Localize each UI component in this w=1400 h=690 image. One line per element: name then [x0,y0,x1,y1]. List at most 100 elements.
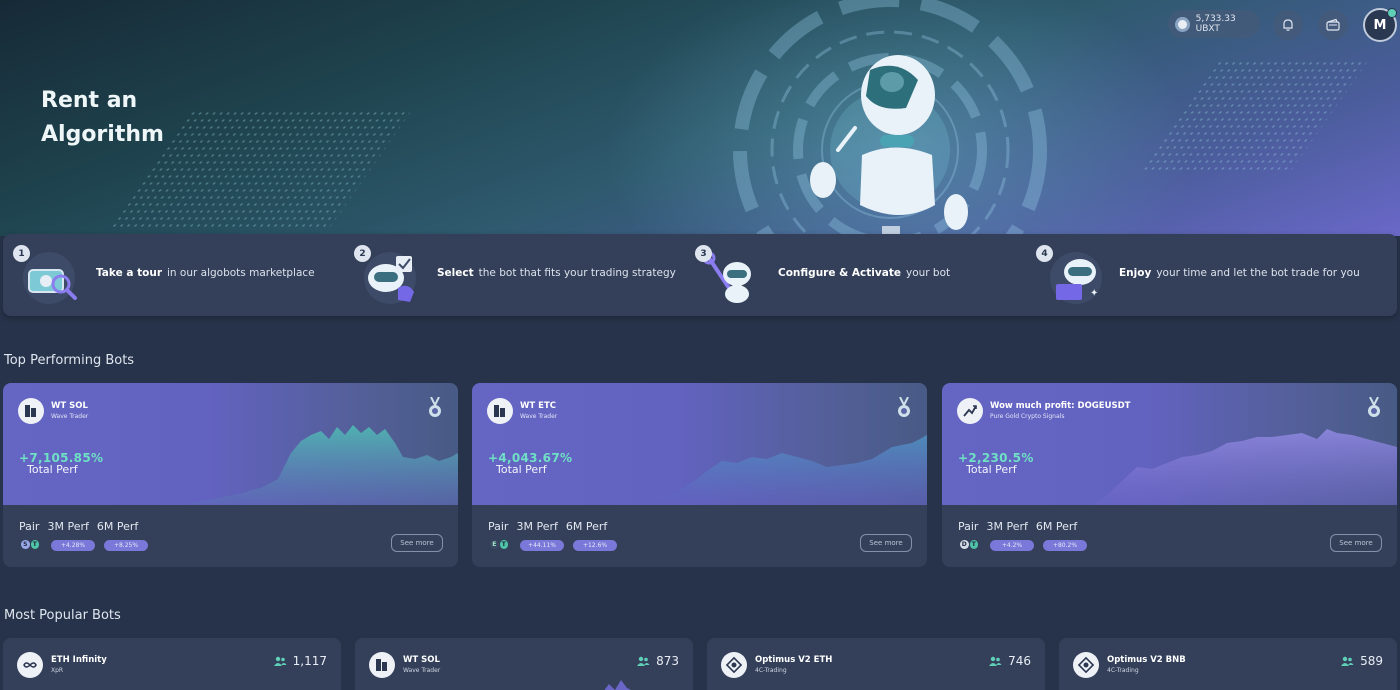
popular-bot-card[interactable]: Optimus V2 ETH 4C-Trading 746 [707,638,1045,690]
subscriber-count-value: 589 [1360,654,1383,668]
subscriber-count: 746 [988,654,1031,668]
robot-illustration [733,0,1047,236]
wave-trader-logo-icon [376,659,387,671]
m6-perf-value: +12.6% [573,540,617,551]
balance-pill[interactable]: 5,733.33 UBXT [1168,10,1260,38]
see-more-button[interactable]: See more [860,534,912,552]
m3-perf-value: +4.28% [51,540,95,551]
performance-sparkline [604,680,631,690]
bot-provider: Wave Trader [520,413,558,420]
users-icon [1341,656,1354,666]
users-icon [989,656,1002,666]
bot-provider: XpR [51,667,64,674]
medal-icon [898,397,910,417]
medal-icon [1368,397,1380,417]
bot-provider: Pure Gold Crypto Signals [990,413,1065,420]
verified-badge [1387,8,1397,18]
bot-stats-labels: Pair 3M Perf 6M Perf [958,520,1077,533]
user-avatar[interactable]: M [1363,8,1397,42]
step-4: 4 ✦ Enjoy your time and let the bot trade… [1026,234,1396,316]
step-text: Take a tour in our algobots marketplace [96,267,315,279]
bot-provider: Wave Trader [403,667,441,674]
section-title-top-performing: Top Performing Bots [4,353,135,368]
subscriber-count: 1,117 [273,654,327,668]
step-text: Enjoy your time and let the bot trade for… [1119,267,1360,279]
popular-bot-card[interactable]: Optimus V2 BNB 4C-Trading 589 [1059,638,1397,690]
step-text: Configure & Activate your bot [778,267,950,279]
m6-perf-label: 6M Perf [96,520,139,533]
section-title-most-popular: Most Popular Bots [4,608,121,623]
users-icon [273,656,287,666]
subscriber-count-value: 873 [656,654,679,668]
subscriber-count: 873 [636,654,679,668]
bot-card-header: Wow much profit: DOGEUSDT Pure Gold Cryp… [942,383,1397,505]
step-rest: your bot [905,267,951,279]
bot-logo [721,652,747,678]
step-number: 4 [1036,245,1053,262]
bot-provider: 4C-Trading [755,667,787,674]
step-rest: the bot that fits your trading strategy [478,267,676,279]
subscriber-count-value: 746 [1008,654,1031,668]
m3-perf-value: +4.2% [990,540,1034,551]
m6-perf-value: +8.25% [104,540,148,551]
step-number: 3 [695,245,712,262]
bot-stats-labels: Pair 3M Perf 6M Perf [19,520,138,533]
bot-provider: 4C-Trading [1107,667,1139,674]
step-bold: Configure & Activate [778,267,901,279]
total-perf-label: Total Perf [27,463,78,476]
optimus-logo-icon [725,656,743,674]
m6-perf-label: 6M Perf [1035,520,1078,533]
step-bold: Select [437,267,474,279]
bot-logo [487,398,513,424]
bot-name: WT SOL [403,655,440,665]
pair-icon: ET [490,540,508,550]
notifications-button[interactable] [1273,10,1303,40]
popular-bot-card[interactable]: ETH Infinity XpR 1,117 [3,638,341,690]
bot-logo [18,398,44,424]
coin-icon [1175,16,1190,32]
see-more-button[interactable]: See more [1330,534,1382,552]
hero-dot-pattern [1141,60,1369,170]
bot-logo [1073,652,1099,678]
bot-card-header: WT SOL Wave Trader +7,105.85% Total Perf [3,383,458,505]
step-1: 1 Take a tour in our algobots marketplace [3,234,343,316]
subscriber-count-value: 1,117 [292,654,327,668]
step-text: Select the bot that fits your trading str… [437,267,676,279]
total-perf-label: Total Perf [966,463,1017,476]
wave-trader-logo-icon [25,405,36,417]
pair-icon: ST [21,540,39,550]
popular-bot-card[interactable]: WT SOL Wave Trader 873 [355,638,693,690]
m6-perf-value: +80.2% [1043,540,1087,551]
wallet-icon [1326,18,1340,31]
users-icon [637,656,650,666]
bot-name: Optimus V2 ETH [755,655,833,665]
balance-amount: 5,733.33 UBXT [1195,14,1236,34]
bot-logo [17,652,43,678]
m6-perf-label: 6M Perf [565,520,608,533]
top-bot-card[interactable]: WT SOL Wave Trader +7,105.85% Total Perf… [3,383,458,567]
pair-icon: DT [960,540,978,550]
bot-logo [369,652,395,678]
how-it-works-steps: 1 Take a tour in our algobots marketplace… [3,234,1397,316]
m3-perf-label: 3M Perf [516,520,558,533]
bot-name: Wow much profit: DOGEUSDT [990,401,1131,411]
wave-trader-logo-icon [494,405,505,417]
gold-signal-logo-icon [963,405,977,417]
bot-name: Optimus V2 BNB [1107,655,1186,665]
see-more-button[interactable]: See more [391,534,443,552]
bell-icon [1283,19,1293,31]
top-bot-card[interactable]: Wow much profit: DOGEUSDT Pure Gold Cryp… [942,383,1397,567]
step-3: 3 Configure & Activate your bot [685,234,1025,316]
m3-perf-value: +44.11% [520,540,564,551]
bot-name: WT ETC [520,401,556,411]
top-bot-card[interactable]: WT ETC Wave Trader +4,043.67% Total Perf… [472,383,927,567]
bot-name: WT SOL [51,401,88,411]
svg-text:✦: ✦ [1090,288,1098,299]
page-title: Rent an Algorithm [41,88,164,147]
wallet-button[interactable] [1318,10,1348,40]
step-bold: Take a tour [96,267,162,279]
bot-stats-labels: Pair 3M Perf 6M Perf [488,520,607,533]
avatar-initial: M [1373,17,1387,33]
step-rest: your time and let the bot trade for you [1156,267,1360,279]
step-bold: Enjoy [1119,267,1152,279]
